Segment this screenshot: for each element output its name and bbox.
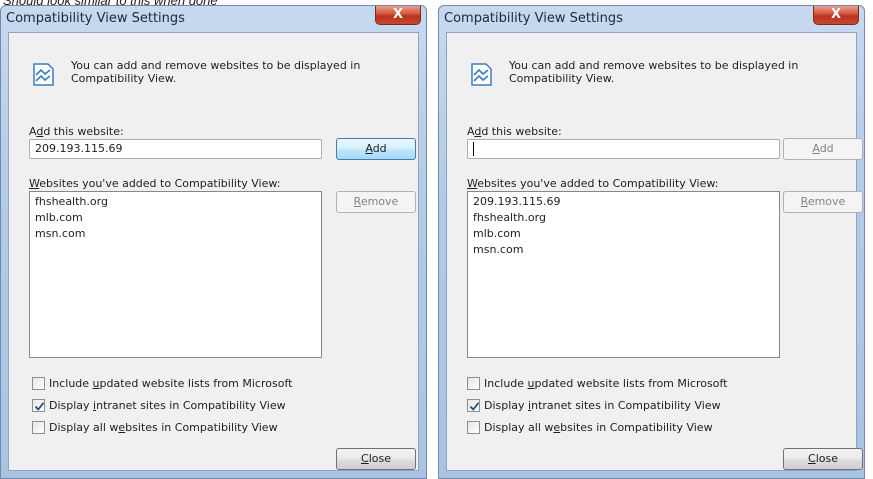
display-all-websites-checkbox[interactable]: Display all websites in Compatibility Vi… (467, 421, 713, 437)
close-icon: X (830, 7, 842, 22)
title-bar[interactable]: Compatibility View Settings X (439, 6, 864, 32)
close-icon: X (392, 7, 404, 22)
close-button[interactable]: Close (783, 448, 863, 470)
compatibility-view-icon (471, 63, 492, 86)
include-updated-lists-checkbox[interactable]: Include updated website lists from Micro… (467, 377, 727, 393)
dialog-title: Compatibility View Settings (444, 11, 623, 26)
compat-dialog-after: Compatibility View Settings X You can ad… (438, 5, 865, 479)
text-caret (473, 142, 474, 156)
title-bar[interactable]: Compatibility View Settings X (1, 6, 426, 32)
list-item[interactable]: mlb.com (473, 226, 774, 242)
add-website-label: Add this website: (467, 125, 562, 138)
dialog-body: You can add and remove websites to be di… (446, 32, 863, 471)
window-close-button[interactable]: X (375, 6, 421, 25)
add-website-label: Add this website: (29, 125, 124, 138)
add-button[interactable]: Add (336, 138, 416, 160)
remove-button[interactable]: Remove (783, 191, 863, 213)
dialog-title: Compatibility View Settings (6, 11, 185, 26)
websites-list-label: Websites you've added to Compatibility V… (29, 177, 281, 190)
websites-list-label: Websites you've added to Compatibility V… (467, 177, 719, 190)
list-item[interactable]: 209.193.115.69 (473, 194, 774, 210)
list-item[interactable]: fhshealth.org (473, 210, 774, 226)
add-website-input[interactable]: 209.193.115.69 (29, 139, 322, 159)
add-button[interactable]: Add (783, 138, 863, 160)
window-close-button[interactable]: X (813, 6, 859, 25)
list-item[interactable]: fhshealth.org (35, 194, 316, 210)
display-intranet-checkbox[interactable]: Display intranet sites in Compatibility … (467, 399, 721, 415)
checkbox-checked[interactable] (467, 399, 480, 412)
list-item[interactable]: msn.com (35, 226, 316, 242)
display-intranet-checkbox[interactable]: Display intranet sites in Compatibility … (32, 399, 286, 415)
websites-listbox[interactable]: 209.193.115.69 fhshealth.org mlb.com msn… (467, 191, 780, 358)
list-item[interactable]: mlb.com (35, 210, 316, 226)
info-text: You can add and remove websites to be di… (509, 59, 799, 85)
compat-dialog-before: Compatibility View Settings X You can ad… (0, 5, 427, 479)
checkmark-icon (469, 402, 480, 411)
list-item[interactable]: msn.com (473, 242, 774, 258)
compatibility-view-icon (33, 63, 54, 86)
checkbox-checked[interactable] (32, 399, 45, 412)
display-all-websites-checkbox[interactable]: Display all websites in Compatibility Vi… (32, 421, 278, 437)
checkbox[interactable] (32, 421, 45, 434)
close-button[interactable]: Close (336, 448, 416, 470)
dialog-body: You can add and remove websites to be di… (8, 32, 419, 471)
remove-button[interactable]: Remove (336, 191, 416, 213)
info-text: You can add and remove websites to be di… (71, 59, 361, 85)
include-updated-lists-checkbox[interactable]: Include updated website lists from Micro… (32, 377, 292, 393)
checkmark-icon (34, 402, 45, 411)
websites-listbox[interactable]: fhshealth.org mlb.com msn.com (29, 191, 322, 358)
checkbox[interactable] (467, 377, 480, 390)
add-website-input[interactable] (467, 139, 780, 159)
checkbox[interactable] (467, 421, 480, 434)
checkbox[interactable] (32, 377, 45, 390)
